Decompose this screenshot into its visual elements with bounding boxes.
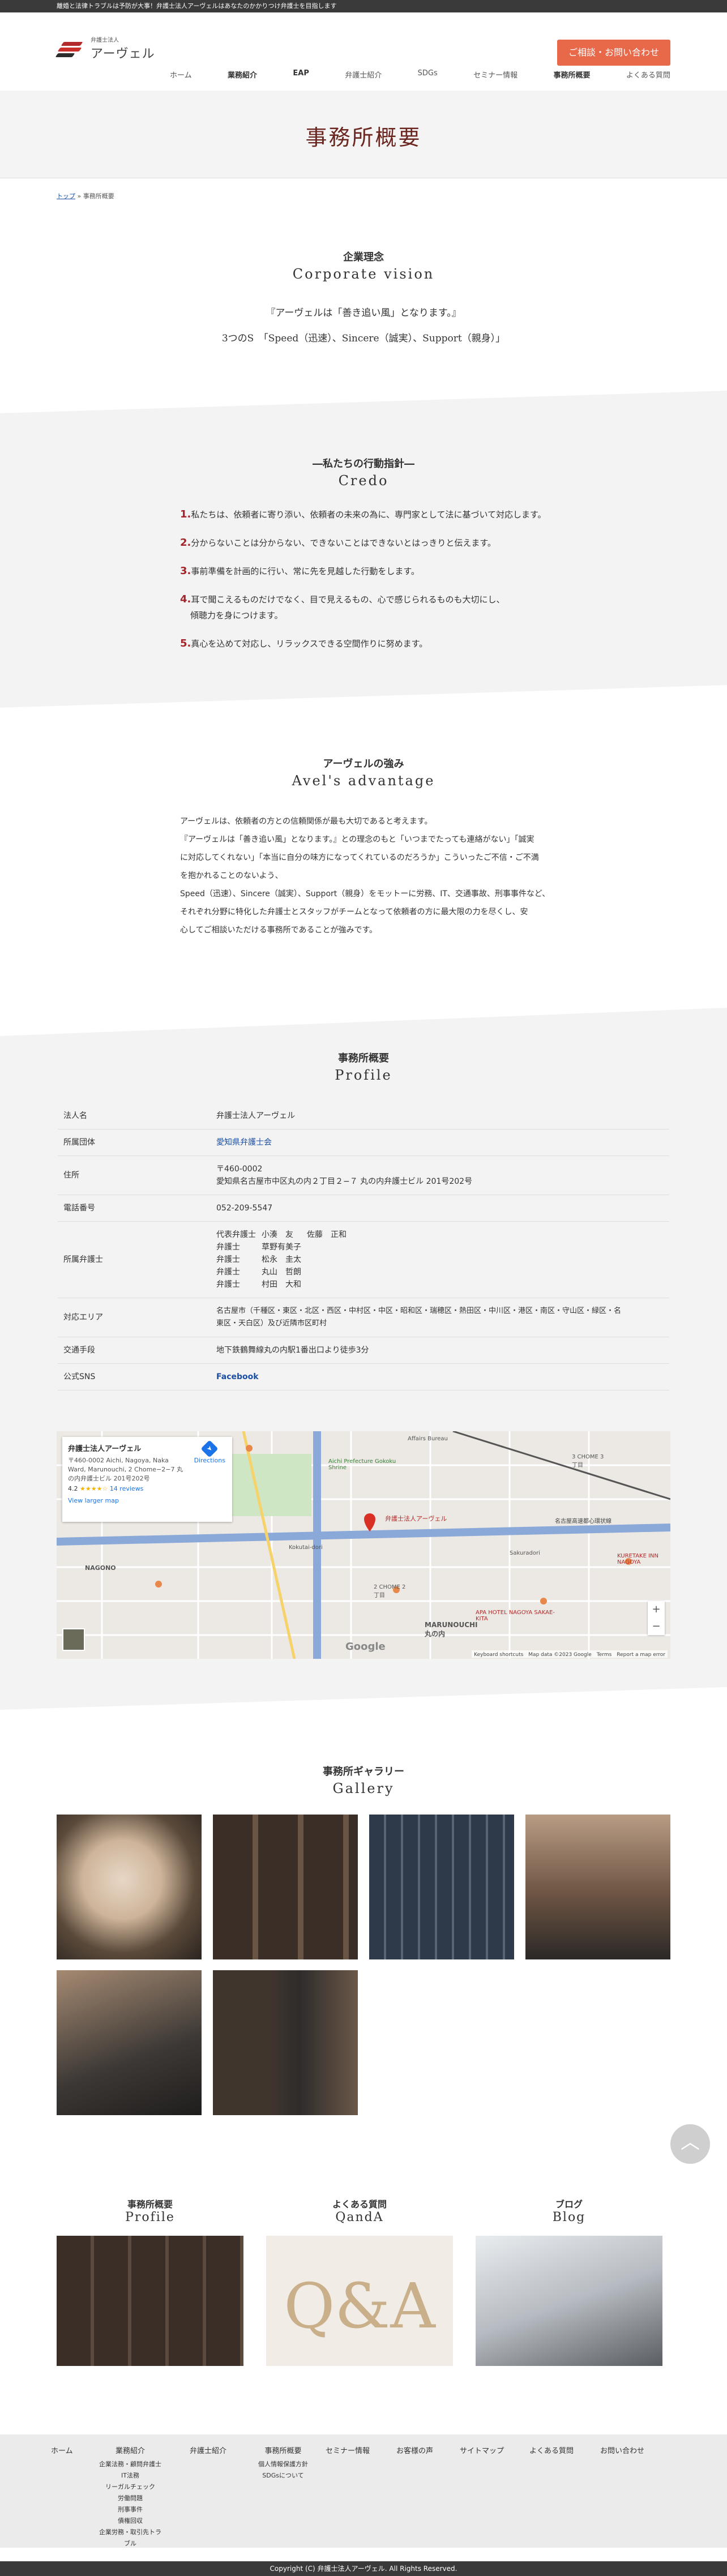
gallery-photo-books[interactable] — [369, 1815, 514, 1959]
gallery-title-jp: 事務所ギャラリー — [323, 1766, 404, 1778]
philosophy-title-jp: 企業理念 — [343, 251, 384, 263]
facebook-link[interactable]: Facebook — [216, 1372, 259, 1381]
table-row: 公式SNS Facebook — [58, 1363, 669, 1390]
footer-link-home[interactable]: ホーム — [51, 2445, 73, 2455]
page: 離婚と法律トラブルは予防が大事！弁護士法人アーヴェルはあなたのかかりつけ弁護士を… — [0, 0, 727, 2576]
breadcrumb-current: 事務所概要 — [83, 192, 114, 200]
satellite-toggle[interactable] — [62, 1628, 85, 1651]
copyright: Copyright (C) 弁護士法人アーヴェル. All Rights Res… — [0, 2561, 727, 2576]
logo-name: アーヴェル — [91, 47, 155, 61]
map-rating-stars: ★★★★☆ — [80, 1485, 108, 1492]
advantage-title-jp: アーヴェルの強み — [323, 758, 404, 770]
credo-title-en: Credo — [338, 473, 389, 489]
qanda-graphic: Q&A — [284, 2270, 435, 2342]
directions-icon: ➤ — [200, 1440, 219, 1458]
credo-item: 2.分からないことは分からない、できないことはできないとはっきりと伝えます。 — [180, 537, 496, 549]
site-logo[interactable]: 弁護士法人 アーヴェル — [55, 35, 155, 62]
directions-button[interactable]: ➤ Directions — [194, 1440, 225, 1464]
map-pin-label: 弁護士法人アーヴェル — [385, 1515, 447, 1522]
map-rating: 4.2 — [68, 1485, 78, 1492]
bottom-link-faq-image: Q&A — [266, 2236, 453, 2366]
footer-link-services[interactable]: 業務紹介 企業法務・顧問弁護士 IT法務 リーガルチェック 労働問題 刑事事件 債権回収企… — [96, 2445, 164, 2549]
table-row: 電話番号 052-209-5547 — [58, 1195, 669, 1222]
main-nav: ホーム 業務紹介 EAP 弁護士紹介 SDGs セミナー情報 事務所概要 よくあ… — [170, 69, 670, 80]
footer-link-sitemap[interactable]: サイトマップ — [460, 2445, 504, 2455]
logo-mark-icon — [55, 40, 85, 58]
nav-item-faq[interactable]: よくある質問 — [626, 69, 670, 80]
footer-link-faq[interactable]: よくある質問 — [529, 2445, 574, 2455]
philosophy-section: 企業理念 Corporate vision 『アーヴェルは「善き追い風」となりま… — [0, 249, 727, 344]
table-row: 所属弁護士 代表弁護士 小湊 友佐藤 正和 弁護士 草野有美子 弁護士 松永 圭太 弁… — [58, 1221, 669, 1298]
footer-link-lawyers[interactable]: 弁護士紹介 — [190, 2445, 226, 2455]
bar-association-link[interactable]: 愛知県弁護士会 — [216, 1138, 272, 1147]
breadcrumb: トップ » 事務所概要 — [57, 191, 114, 200]
profile-title-jp: 事務所概要 — [338, 1052, 389, 1064]
page-hero: 事務所概要 — [0, 91, 727, 178]
nav-item-seminar[interactable]: セミナー情報 — [473, 69, 518, 80]
zoom-out-icon[interactable]: − — [648, 1618, 665, 1635]
zoom-in-icon[interactable]: + — [648, 1601, 665, 1618]
logo-subtitle: 弁護士法人 — [91, 37, 119, 44]
nav-item-home[interactable]: ホーム — [170, 69, 192, 80]
gallery-photo-phone[interactable] — [57, 1970, 202, 2115]
philosophy-title-en: Corporate vision — [292, 266, 435, 282]
chevron-up-icon: ︿ — [681, 2131, 700, 2154]
site-header: 弁護士法人 アーヴェル ご相談・お問い合わせ — [0, 12, 727, 66]
profile-section: 事務所概要 Profile 法人名 弁護士法人アーヴェル 所属団体 愛知県弁護士会 … — [0, 1050, 727, 1390]
gallery-photo-lawyer[interactable] — [525, 1815, 670, 1959]
view-larger-map-link[interactable]: View larger map — [68, 1497, 226, 1504]
footer-link-voices[interactable]: お客様の声 — [396, 2445, 433, 2455]
table-row: 法人名 弁護士法人アーヴェル — [58, 1103, 669, 1129]
table-row: 所属団体 愛知県弁護士会 — [58, 1129, 669, 1156]
footer-link-seminar[interactable]: セミナー情報 — [326, 2445, 370, 2455]
nav-item-eap[interactable]: EAP — [293, 69, 309, 80]
advantage-title-en: Avel's advantage — [292, 773, 435, 789]
gallery-photo-meeting[interactable] — [213, 1970, 358, 2115]
philosophy-line2: 3つのS 「Speed（迅速）、Sincere（誠実）、Support（親身）」 — [221, 333, 506, 344]
bottom-link-faq[interactable]: よくある質問 QandA Q&A — [266, 2197, 453, 2366]
bottom-link-blog[interactable]: ブログ Blog — [476, 2197, 662, 2366]
credo-title-jp: ―私たちの行動指針― — [313, 458, 414, 470]
gallery-photo-shelf[interactable] — [213, 1815, 358, 1959]
bottom-link-profile-image — [57, 2236, 243, 2366]
credo-item: 5.真心を込めて対応し、リラックスできる空間作りに努めます。 — [180, 637, 428, 649]
google-logo: Google — [345, 1641, 386, 1653]
top-announcement-bar: 離婚と法律トラブルは予防が大事！弁護士法人アーヴェルはあなたのかかりつけ弁護士を… — [0, 0, 727, 12]
bottom-link-profile[interactable]: 事務所概要 Profile — [57, 2197, 243, 2366]
page-title: 事務所概要 — [305, 125, 422, 150]
credo-item: 1.私たちは、依頼者に寄り添い、依頼者の未来の為に、専門家として法に基づいて対応… — [180, 508, 546, 520]
credo-section: ―私たちの行動指針― Credo 1.私たちは、依頼者に寄り添い、依頼者の未来の… — [0, 456, 727, 649]
breadcrumb-separator: » — [77, 192, 82, 200]
footer-link-contact[interactable]: お問い合わせ — [600, 2445, 644, 2455]
table-row: 交通手段 地下鉄鶴舞線丸の内駅1番出口より徒歩3分 — [58, 1337, 669, 1364]
advantage-text: アーヴェルは、依頼者の方との信頼関係が最も大切であると考えます。 『アーヴェルは… — [180, 817, 550, 935]
google-map[interactable]: 弁護士法人アーヴェル Affairs Bureau Aichi Prefectu… — [57, 1431, 670, 1659]
map-info-card: 弁護士法人アーヴェル 〒460-0002 Aichi, Nagoya, Naka… — [62, 1437, 232, 1522]
advantage-section: アーヴェルの強み Avel's advantage アーヴェルは、依頼者の方との… — [0, 756, 727, 935]
table-row: 対応エリア 名古屋市（千種区・東区・北区・西区・中村区・中区・昭和区・瑞穂区・熱田… — [58, 1298, 669, 1337]
map-zoom-controls: + − — [648, 1601, 665, 1635]
table-row: 住所 〒460-0002 愛知県名古屋市中区丸の内２丁目２−７ 丸の内弁護士ビル 2… — [58, 1156, 669, 1195]
map-footer: Keyboard shortcuts Map data ©2023 Google… — [472, 1650, 668, 1658]
gallery-photo-plate[interactable] — [57, 1815, 202, 1959]
breadcrumb-home-link[interactable]: トップ — [57, 192, 75, 200]
credo-item: 4.耳で聞こえるものだけでなく、目で見えるもの、心で感じられるものも大切にし、傾… — [180, 593, 505, 621]
nav-item-lawyers[interactable]: 弁護士紹介 — [345, 69, 382, 80]
nav-item-sdgs[interactable]: SDGs — [418, 69, 438, 80]
gallery-section: 事務所ギャラリー Gallery — [0, 1764, 727, 1796]
philosophy-line1: 『アーヴェルは「善き追い風」となります。』 — [266, 307, 461, 319]
nav-item-services[interactable]: 業務紹介 — [228, 69, 257, 80]
footer-link-profile[interactable]: 事務所概要 個人情報保護方針 SDGsについて — [252, 2445, 314, 2481]
gallery-title-en: Gallery — [332, 1781, 395, 1796]
scroll-to-top-button[interactable]: ︿ — [670, 2124, 710, 2164]
profile-title-en: Profile — [335, 1067, 392, 1083]
nav-item-profile[interactable]: 事務所概要 — [554, 69, 591, 80]
bottom-link-blog-image — [476, 2236, 662, 2366]
footer-nav: ホーム 業務紹介 企業法務・顧問弁護士 IT法務 リーガルチェック 労働問題 刑事事件債… — [0, 2434, 727, 2548]
map-reviews-link[interactable]: 14 reviews — [110, 1485, 144, 1492]
contact-button[interactable]: ご相談・お問い合わせ — [557, 40, 670, 66]
profile-table: 法人名 弁護士法人アーヴェル 所属団体 愛知県弁護士会 住所 〒460-0002 愛知県… — [58, 1103, 669, 1390]
credo-item: 3.事前準備を計画的に行い、常に先を見越した行動をします。 — [180, 565, 420, 577]
